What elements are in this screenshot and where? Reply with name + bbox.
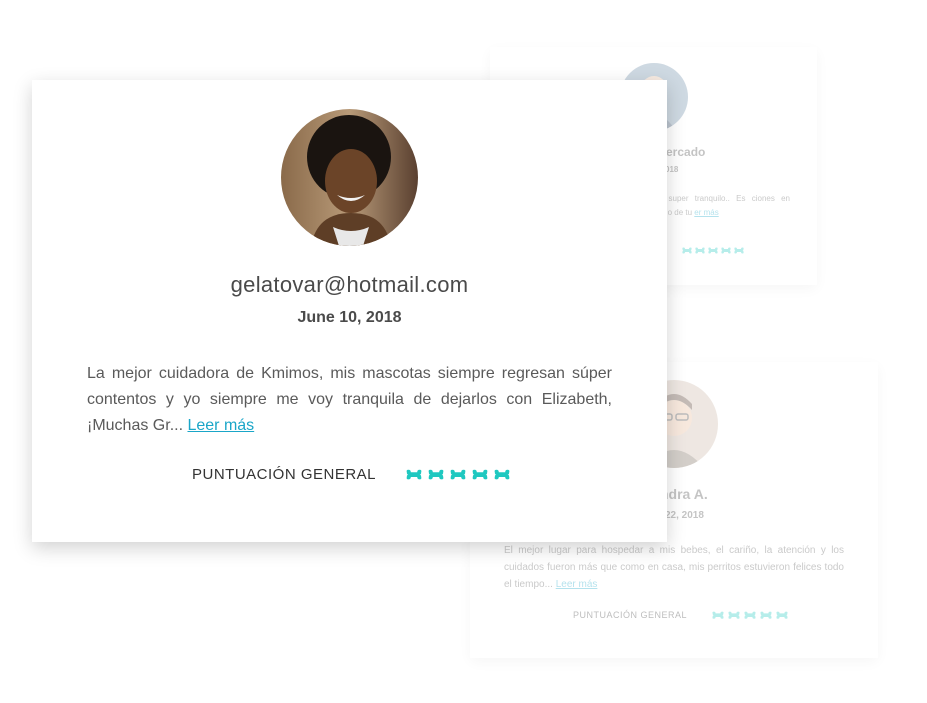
bone-icon [728,611,740,619]
bone-icon [494,469,510,480]
bone-icon [708,247,718,254]
review-card-main: gelatovar@hotmail.com June 10, 2018 La m… [32,80,667,542]
bone-icon [695,247,705,254]
bone-icon [744,611,756,619]
reviewer-name: ndra A. [660,486,708,502]
bone-icon [721,247,731,254]
review-date: 018 [665,165,679,174]
rating-bones [712,611,792,619]
bone-icon [760,611,772,619]
bone-icon [450,469,466,480]
bone-icon [712,611,724,619]
read-more-link[interactable]: Leer más [556,579,598,590]
review-date: June 10, 2018 [297,309,402,326]
bone-icon [472,469,488,480]
rating-bones [682,247,747,254]
review-body: La mejor cuidadora de Kmimos, mis mascot… [87,365,612,434]
review-text: La mejor cuidadora de Kmimos, mis mascot… [87,361,612,439]
bone-icon [776,611,788,619]
read-more-link[interactable]: er más [694,208,718,217]
bone-icon [428,469,444,480]
bone-icon [406,469,422,480]
rating-label: PUNTUACIÓN GENERAL [573,610,688,620]
rating-bones [406,469,516,480]
reviewer-email: gelatovar@hotmail.com [230,272,469,297]
rating-label: PUNTUACIÓN GENERAL [192,466,377,483]
bone-icon [682,247,692,254]
review-text: El mejor lugar para hospedar a mis bebes… [504,542,844,593]
review-date: 22, 2018 [665,510,704,521]
read-more-link[interactable]: Leer más [187,417,254,434]
bone-icon [734,247,744,254]
reviewer-avatar [281,109,418,246]
